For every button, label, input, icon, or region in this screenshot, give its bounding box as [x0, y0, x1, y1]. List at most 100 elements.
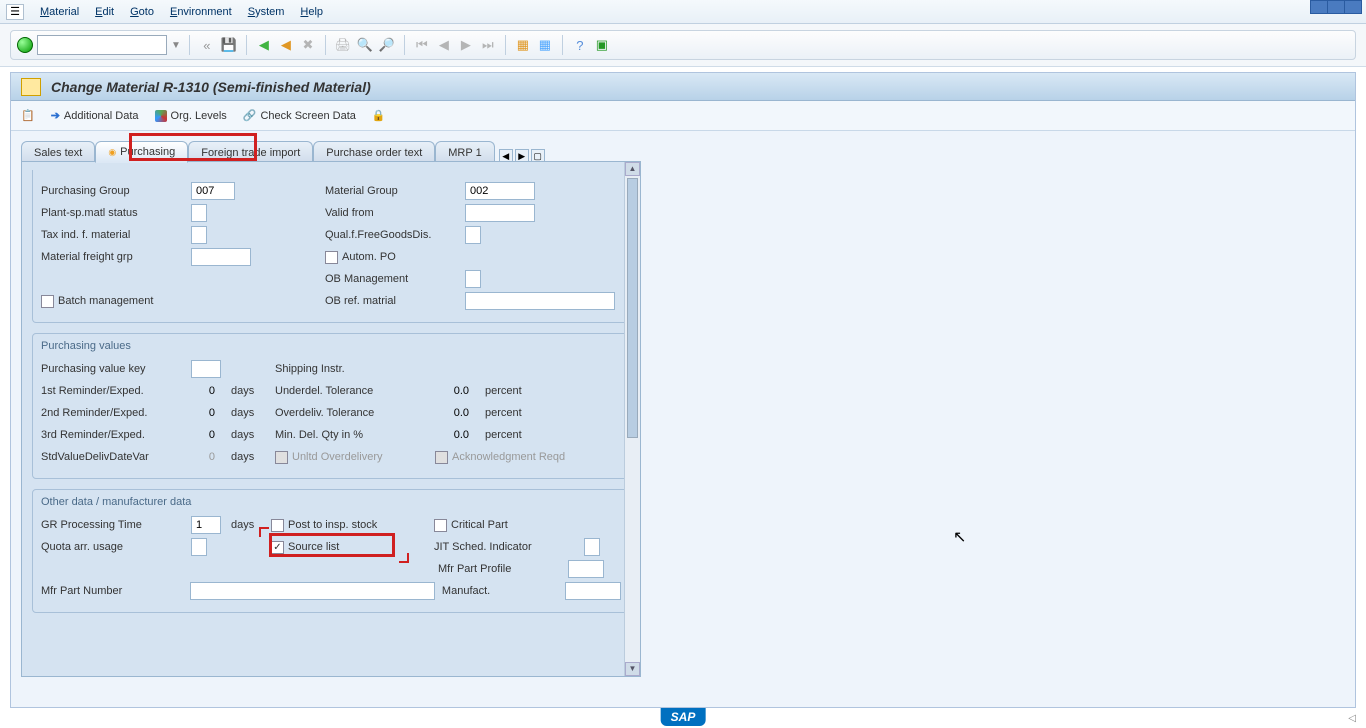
- valid-from-field[interactable]: [465, 204, 535, 222]
- post-insp-checkbox[interactable]: [271, 519, 284, 532]
- ob-ref-matrial-field[interactable]: [465, 292, 615, 310]
- plant-sp-status-label: Plant-sp.matl status: [41, 207, 191, 219]
- enter-icon[interactable]: [17, 37, 33, 53]
- jit-label: JIT Sched. Indicator: [434, 541, 584, 553]
- layout-icon[interactable]: ▣: [593, 36, 611, 54]
- qual-free-goods-label: Qual.f.FreeGoodsDis.: [325, 229, 465, 241]
- rem3-value: 0: [191, 429, 221, 441]
- quota-field[interactable]: [191, 538, 207, 556]
- plant-sp-status-field[interactable]: [191, 204, 207, 222]
- find-next-icon[interactable]: 🔎: [378, 36, 396, 54]
- page-title: Change Material R-1310 (Semi-finished Ma…: [51, 79, 371, 95]
- material-freight-label: Material freight grp: [41, 251, 191, 263]
- autom-po-label: Autom. PO: [342, 251, 396, 263]
- jit-field[interactable]: [584, 538, 600, 556]
- post-insp-label: Post to insp. stock: [288, 519, 434, 531]
- action-bar: 📋 ➔Additional Data Org. Levels 🔗Check Sc…: [11, 101, 1355, 131]
- next-page-icon[interactable]: ▶: [457, 36, 475, 54]
- back-nav-icon[interactable]: ◀: [255, 36, 273, 54]
- shortcut-icon[interactable]: ▦: [536, 36, 554, 54]
- additional-data-button[interactable]: ➔Additional Data: [51, 109, 139, 122]
- menu-system[interactable]: System: [240, 6, 293, 18]
- percent-unit-3: percent: [475, 429, 522, 441]
- manufact-field[interactable]: [565, 582, 621, 600]
- exit-icon[interactable]: ◀: [277, 36, 295, 54]
- content-panel: Purchasing Group 007 Material Group 002 …: [21, 161, 641, 677]
- unltd-overdelivery-checkbox: [275, 451, 288, 464]
- days-unit-2: days: [221, 407, 275, 419]
- rem1-label: 1st Reminder/Exped.: [41, 385, 191, 397]
- ack-reqd-checkbox: [435, 451, 448, 464]
- last-page-icon[interactable]: ⏭: [479, 36, 497, 54]
- material-group-field[interactable]: 002: [465, 182, 535, 200]
- scroll-down-arrow[interactable]: ▼: [625, 662, 640, 676]
- cancel-icon[interactable]: ✖: [299, 36, 317, 54]
- menu-icon[interactable]: ☰: [6, 4, 24, 20]
- ob-management-label: OB Management: [325, 273, 465, 285]
- rem3-label: 3rd Reminder/Exped.: [41, 429, 191, 441]
- tax-ind-field[interactable]: [191, 226, 207, 244]
- purchasing-group-field[interactable]: 007: [191, 182, 235, 200]
- toolbar-container: ▼ « 💾 ◀ ◀ ✖ 🖨 🔍 🔎 ⏮ ◀ ▶ ⏭ ▦ ▦ ? ▣: [0, 24, 1366, 67]
- menu-edit[interactable]: Edit: [87, 6, 122, 18]
- percent-unit-2: percent: [475, 407, 522, 419]
- tab-po-text[interactable]: Purchase order text: [313, 141, 435, 163]
- material-group-label: Material Group: [325, 185, 465, 197]
- ob-management-field[interactable]: [465, 270, 481, 288]
- gr-time-label: GR Processing Time: [41, 519, 191, 531]
- menu-material[interactable]: Material: [32, 6, 87, 18]
- toggle-button[interactable]: 📋: [21, 109, 35, 122]
- first-page-icon[interactable]: ⏮: [413, 36, 431, 54]
- org-levels-button[interactable]: Org. Levels: [155, 110, 227, 122]
- unltd-label: Unltd Overdelivery: [292, 451, 435, 463]
- std-val-label: StdValueDelivDateVar: [41, 451, 191, 463]
- back-icon[interactable]: «: [198, 36, 216, 54]
- source-list-checkbox[interactable]: ✓: [271, 541, 284, 554]
- scroll-up-arrow[interactable]: ▲: [625, 162, 640, 176]
- mfr-profile-field[interactable]: [568, 560, 604, 578]
- section-general: Purchasing Group 007 Material Group 002 …: [32, 170, 630, 323]
- underdel-label: Underdel. Tolerance: [275, 385, 435, 397]
- tab-sales-text[interactable]: Sales text: [21, 141, 95, 163]
- print-icon[interactable]: 🖨: [334, 36, 352, 54]
- minimize-button[interactable]: [1310, 0, 1328, 14]
- title-bar: Change Material R-1310 (Semi-finished Ma…: [11, 73, 1355, 101]
- tab-foreign-trade[interactable]: Foreign trade import: [188, 141, 313, 163]
- critical-part-checkbox[interactable]: [434, 519, 447, 532]
- save-icon[interactable]: 💾: [220, 36, 238, 54]
- vertical-scrollbar[interactable]: ▲ ▼: [624, 162, 640, 676]
- mfr-profile-label: Mfr Part Profile: [438, 563, 568, 575]
- prev-page-icon[interactable]: ◀: [435, 36, 453, 54]
- mfr-part-num-field[interactable]: [190, 582, 435, 600]
- material-freight-field[interactable]: [191, 248, 251, 266]
- sap-logo: SAP: [661, 708, 706, 726]
- qual-free-goods-field[interactable]: [465, 226, 481, 244]
- menu-goto[interactable]: Goto: [122, 6, 162, 18]
- min-del-label: Min. Del. Qty in %: [275, 429, 435, 441]
- underdel-value: 0.0: [435, 385, 475, 397]
- window-controls: [1311, 0, 1362, 14]
- batch-mgmt-checkbox[interactable]: [41, 295, 54, 308]
- scroll-thumb[interactable]: [627, 178, 638, 438]
- menu-environment[interactable]: Environment: [162, 6, 240, 18]
- tab-purchasing[interactable]: Purchasing: [95, 141, 188, 163]
- days-unit-1: days: [221, 385, 275, 397]
- tab-mrp1[interactable]: MRP 1: [435, 141, 494, 163]
- menu-help[interactable]: Help: [292, 6, 331, 18]
- command-field[interactable]: [37, 35, 167, 55]
- overdeliv-value: 0.0: [435, 407, 475, 419]
- mfr-part-num-label: Mfr Part Number: [41, 585, 190, 597]
- maximize-button[interactable]: [1327, 0, 1345, 14]
- check-screen-data-button[interactable]: 🔗Check Screen Data: [243, 109, 356, 122]
- value-key-field[interactable]: [191, 360, 221, 378]
- lock-icon[interactable]: 🔒: [372, 109, 386, 122]
- find-icon[interactable]: 🔍: [356, 36, 374, 54]
- valid-from-label: Valid from: [325, 207, 465, 219]
- new-session-icon[interactable]: ▦: [514, 36, 532, 54]
- purchasing-group-label: Purchasing Group: [41, 185, 191, 197]
- help-icon[interactable]: ?: [571, 36, 589, 54]
- gr-time-field[interactable]: 1: [191, 516, 221, 534]
- autom-po-checkbox[interactable]: [325, 251, 338, 264]
- batch-mgmt-label: Batch management: [58, 295, 325, 307]
- close-button[interactable]: [1344, 0, 1362, 14]
